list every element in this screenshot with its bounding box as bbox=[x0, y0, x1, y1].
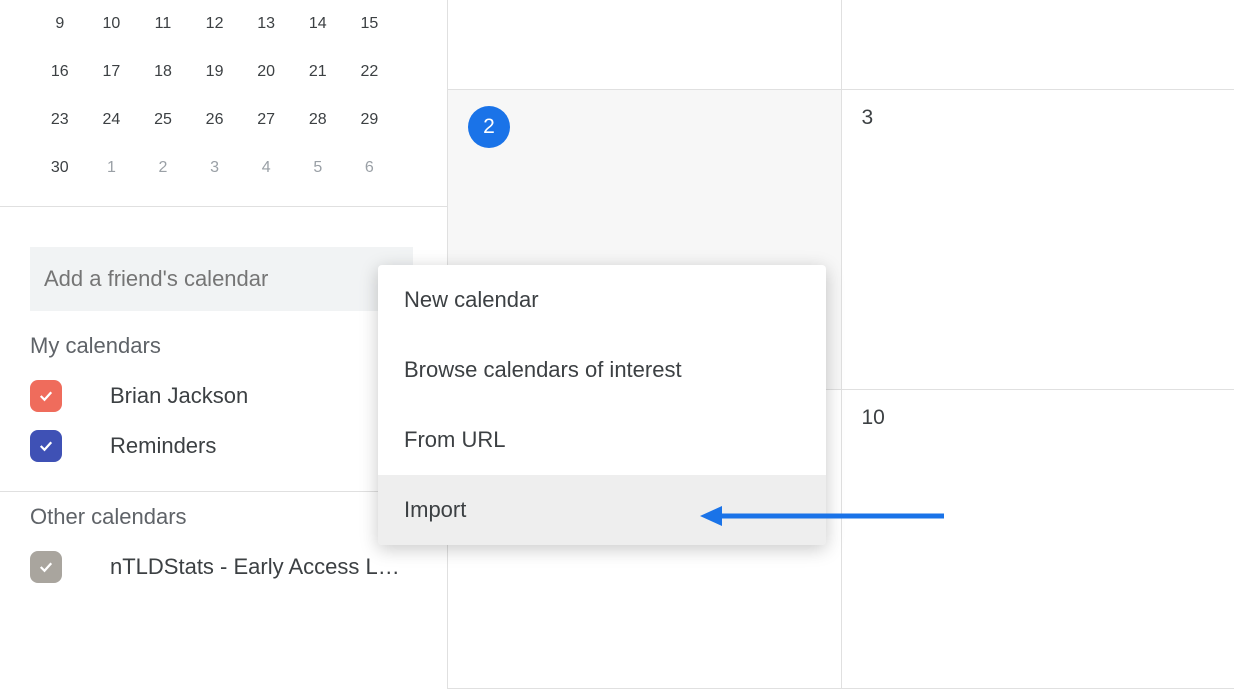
mini-cal-day[interactable]: 3 bbox=[189, 144, 241, 192]
menu-item-new-calendar[interactable]: New calendar bbox=[378, 265, 826, 335]
mini-cal-day[interactable]: 13 bbox=[240, 0, 292, 48]
mini-cal-day[interactable]: 28 bbox=[292, 96, 344, 144]
menu-item-browse-calendars[interactable]: Browse calendars of interest bbox=[378, 335, 826, 405]
mini-cal-day[interactable]: 15 bbox=[344, 0, 396, 48]
day-number: 10 bbox=[862, 406, 885, 429]
mini-cal-day[interactable]: 19 bbox=[189, 48, 241, 96]
check-icon bbox=[37, 437, 55, 455]
calendar-label: Reminders bbox=[110, 433, 216, 459]
menu-item-import[interactable]: Import bbox=[378, 475, 826, 545]
mini-cal-day[interactable]: 11 bbox=[137, 0, 189, 48]
mini-calendar: 9 10 11 12 13 14 15 16 17 18 19 20 21 22… bbox=[0, 0, 447, 206]
mini-cal-day[interactable]: 9 bbox=[34, 0, 86, 48]
calendar-checkbox[interactable] bbox=[30, 551, 62, 583]
my-calendars-header[interactable]: My calendars bbox=[30, 333, 161, 359]
mini-cal-day[interactable]: 24 bbox=[86, 96, 138, 144]
mini-cal-day[interactable]: 6 bbox=[344, 144, 396, 192]
day-cell[interactable] bbox=[842, 0, 1234, 90]
mini-cal-day[interactable]: 27 bbox=[240, 96, 292, 144]
mini-cal-day[interactable]: 26 bbox=[189, 96, 241, 144]
mini-cal-day[interactable]: 2 bbox=[137, 144, 189, 192]
mini-cal-day[interactable]: 12 bbox=[189, 0, 241, 48]
mini-cal-day[interactable]: 14 bbox=[292, 0, 344, 48]
menu-item-from-url[interactable]: From URL bbox=[378, 405, 826, 475]
mini-cal-day[interactable]: 18 bbox=[137, 48, 189, 96]
calendar-checkbox[interactable] bbox=[30, 380, 62, 412]
mini-cal-day[interactable]: 16 bbox=[34, 48, 86, 96]
day-cell[interactable]: 3 bbox=[842, 90, 1234, 390]
add-friend-calendar-input[interactable] bbox=[30, 247, 413, 311]
mini-cal-day[interactable]: 30 bbox=[34, 144, 86, 192]
mini-cal-day[interactable]: 10 bbox=[86, 0, 138, 48]
check-icon bbox=[37, 558, 55, 576]
mini-cal-day[interactable]: 1 bbox=[86, 144, 138, 192]
mini-cal-day[interactable]: 17 bbox=[86, 48, 138, 96]
mini-cal-day[interactable]: 4 bbox=[240, 144, 292, 192]
calendar-list-item[interactable]: nTLDStats - Early Access L… bbox=[0, 542, 447, 592]
day-number: 3 bbox=[862, 106, 874, 129]
calendar-label: Brian Jackson bbox=[110, 383, 248, 409]
mini-cal-day[interactable]: 23 bbox=[34, 96, 86, 144]
day-cell[interactable]: 10 bbox=[842, 390, 1234, 689]
mini-cal-day[interactable]: 22 bbox=[344, 48, 396, 96]
mini-cal-day[interactable]: 29 bbox=[344, 96, 396, 144]
check-icon bbox=[37, 387, 55, 405]
mini-cal-day[interactable]: 20 bbox=[240, 48, 292, 96]
calendar-checkbox[interactable] bbox=[30, 430, 62, 462]
calendar-label: nTLDStats - Early Access L… bbox=[110, 554, 400, 580]
mini-cal-day[interactable]: 21 bbox=[292, 48, 344, 96]
add-calendar-menu: New calendar Browse calendars of interes… bbox=[378, 265, 826, 545]
mini-cal-day[interactable]: 25 bbox=[137, 96, 189, 144]
mini-cal-day[interactable]: 5 bbox=[292, 144, 344, 192]
day-cell[interactable] bbox=[448, 0, 841, 90]
today-date-badge: 2 bbox=[468, 106, 510, 148]
other-calendars-header[interactable]: Other calendars bbox=[30, 504, 187, 530]
